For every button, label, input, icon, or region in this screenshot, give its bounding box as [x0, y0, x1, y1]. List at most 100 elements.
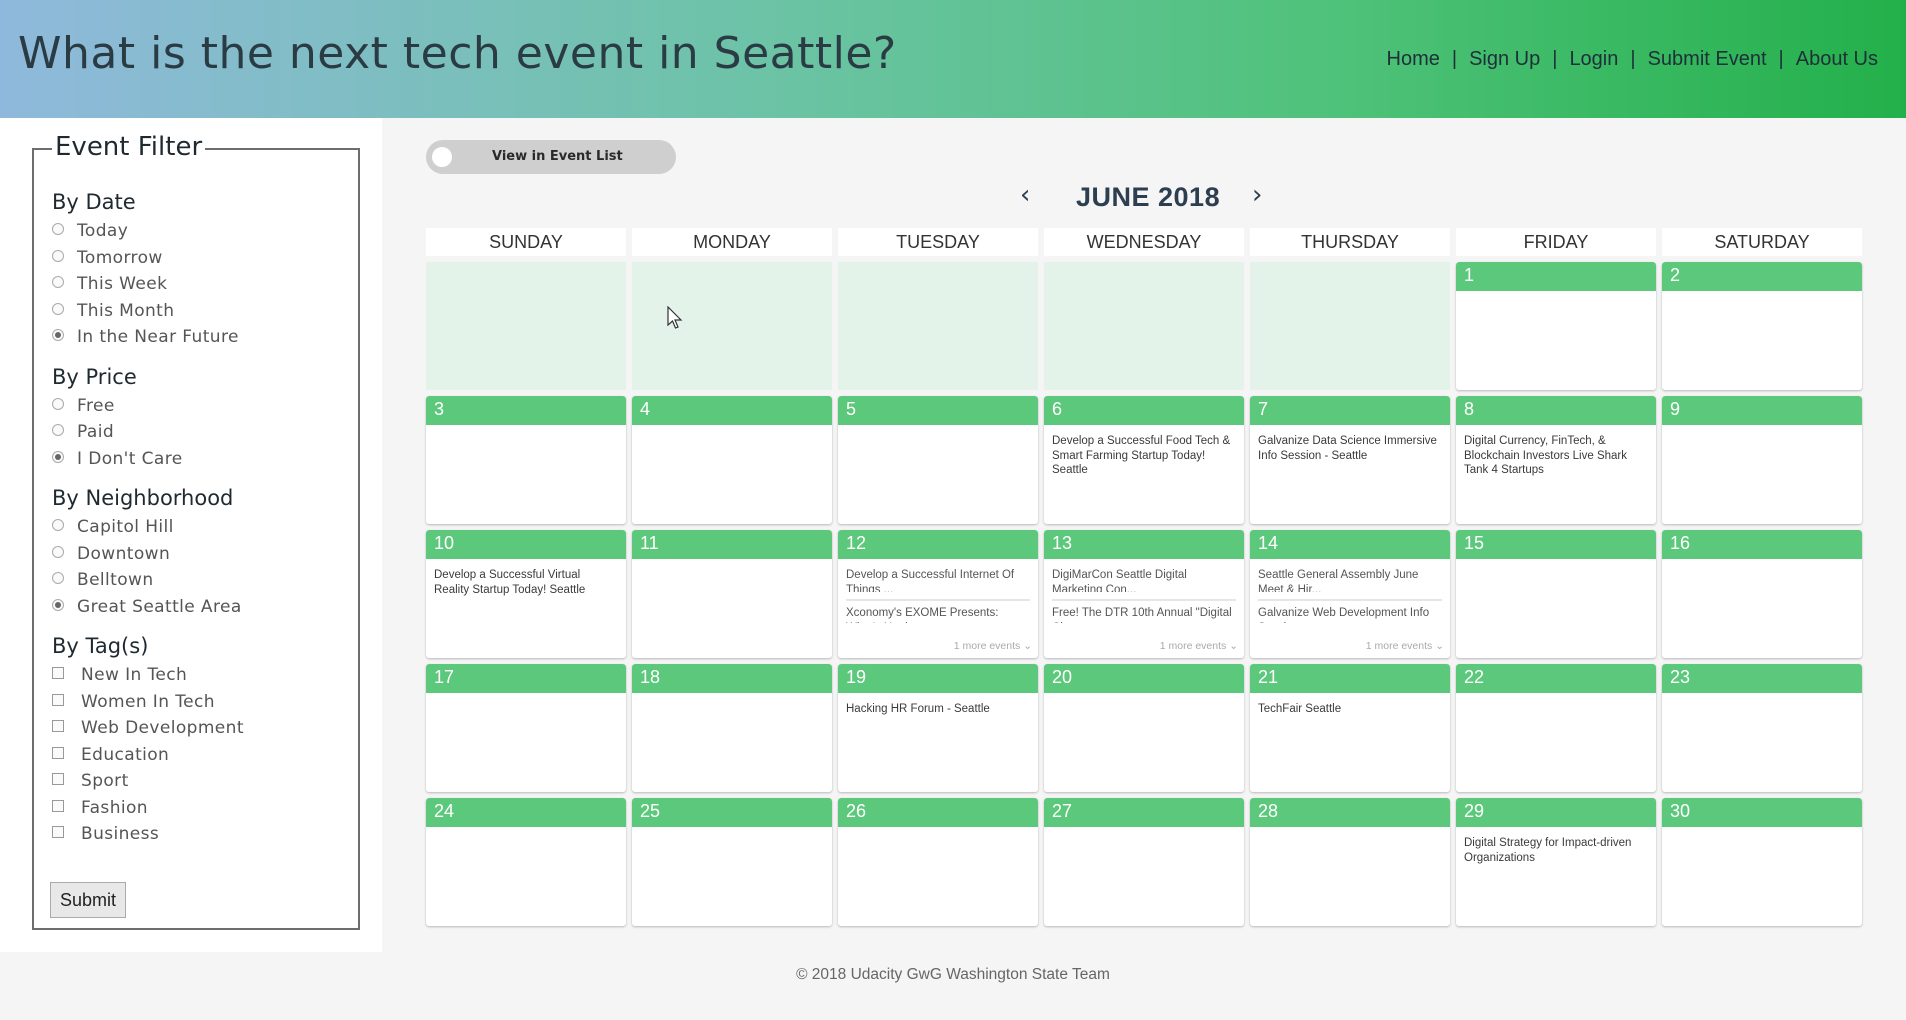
filter-option-today[interactable]: Today: [52, 218, 244, 245]
radio-button[interactable]: [52, 223, 64, 236]
radio-button[interactable]: [52, 572, 64, 585]
day-cell[interactable]: 30: [1662, 798, 1862, 926]
filter-option-new-in-tech[interactable]: New In Tech: [52, 662, 244, 689]
event-link[interactable]: Free! The DTR 10th Annual "Digital Chann…: [1052, 599, 1236, 623]
filter-option-in-the-near-future[interactable]: In the Near Future: [52, 324, 244, 351]
day-cell[interactable]: 3: [426, 396, 626, 524]
nav-link-login[interactable]: Login: [1569, 48, 1618, 71]
day-cell[interactable]: 16: [1662, 530, 1862, 658]
day-cell[interactable]: 19 Hacking HR Forum - Seattle: [838, 664, 1038, 792]
nav-link-sign-up[interactable]: Sign Up: [1469, 48, 1540, 71]
day-cell[interactable]: 20: [1044, 664, 1244, 792]
radio-button[interactable]: [52, 545, 64, 558]
day-cell[interactable]: 6 Develop a Successful Food Tech & Smart …: [1044, 396, 1244, 524]
day-cell[interactable]: 17: [426, 664, 626, 792]
filter-option-sport[interactable]: Sport: [52, 768, 244, 795]
event-link[interactable]: Galvanize Web Development Info Session -…: [1258, 599, 1442, 623]
event-link[interactable]: Develop a Successful Food Tech & Smart F…: [1052, 434, 1236, 478]
chevron-left-icon[interactable]: ‹: [1020, 180, 1030, 210]
checkbox[interactable]: [52, 746, 64, 759]
filter-option-tomorrow[interactable]: Tomorrow: [52, 245, 244, 272]
radio-button[interactable]: [52, 249, 64, 262]
more-events-link[interactable]: 1 more events ⌄: [1160, 640, 1238, 652]
checkbox[interactable]: [52, 720, 64, 733]
day-cell[interactable]: 25: [632, 798, 832, 926]
month-navigation: ‹ JUNE 2018 ›: [1020, 178, 1280, 218]
event-link[interactable]: Develop a Successful Virtual Reality Sta…: [434, 568, 618, 597]
day-cell[interactable]: 26: [838, 798, 1038, 926]
filter-option-free[interactable]: Free: [52, 393, 244, 420]
filter-option-great-seattle-area[interactable]: Great Seattle Area: [52, 594, 244, 621]
nav-link-submit-event[interactable]: Submit Event: [1648, 48, 1767, 71]
day-cell[interactable]: 9: [1662, 396, 1862, 524]
filter-option-this-month[interactable]: This Month: [52, 298, 244, 325]
filter-option-web-development[interactable]: Web Development: [52, 715, 244, 742]
event-link[interactable]: Digital Currency, FinTech, & Blockchain …: [1464, 434, 1648, 478]
day-cell[interactable]: 18: [632, 664, 832, 792]
event-link[interactable]: DigiMarCon Seattle Digital Marketing Con…: [1052, 568, 1236, 592]
filter-option-women-in-tech[interactable]: Women In Tech: [52, 689, 244, 716]
day-number: 29: [1456, 798, 1656, 827]
filter-option-paid[interactable]: Paid: [52, 419, 244, 446]
filter-option-education[interactable]: Education: [52, 742, 244, 769]
event-link[interactable]: Xconomy's EXOME Presents: What's Hot in …: [846, 599, 1030, 623]
day-cell[interactable]: 4: [632, 396, 832, 524]
day-cell[interactable]: 21 TechFair Seattle: [1250, 664, 1450, 792]
nav-link-home[interactable]: Home: [1387, 48, 1440, 71]
checkbox[interactable]: [52, 773, 64, 786]
day-cell[interactable]: 5: [838, 396, 1038, 524]
view-event-list-toggle[interactable]: View in Event List: [426, 140, 676, 174]
event-link[interactable]: Hacking HR Forum - Seattle: [846, 702, 1030, 717]
option-label: Education: [81, 744, 170, 765]
event-link[interactable]: Seattle General Assembly June Meet & Hir…: [1258, 568, 1442, 592]
day-cell[interactable]: 27: [1044, 798, 1244, 926]
day-cell[interactable]: 28: [1250, 798, 1450, 926]
filter-option-downtown[interactable]: Downtown: [52, 541, 244, 568]
chevron-right-icon[interactable]: ›: [1252, 180, 1262, 210]
submit-button[interactable]: Submit: [50, 882, 126, 918]
checkbox[interactable]: [52, 799, 64, 812]
day-cell[interactable]: 12 Develop a Successful Internet Of Thing…: [838, 530, 1038, 658]
more-events-link[interactable]: 1 more events ⌄: [954, 640, 1032, 652]
day-cell[interactable]: 11: [632, 530, 832, 658]
radio-button[interactable]: [52, 598, 64, 611]
filter-option-this-week[interactable]: This Week: [52, 271, 244, 298]
filter-option-capitol-hill[interactable]: Capitol Hill: [52, 514, 244, 541]
event-link[interactable]: Digital Strategy for Impact-driven Organ…: [1464, 836, 1648, 865]
radio-button[interactable]: [52, 424, 64, 437]
day-cell[interactable]: 2: [1662, 262, 1862, 390]
toggle-knob[interactable]: [432, 147, 452, 167]
checkbox[interactable]: [52, 693, 64, 706]
day-cell[interactable]: 22: [1456, 664, 1656, 792]
day-cell[interactable]: 24: [426, 798, 626, 926]
more-events-link[interactable]: 1 more events ⌄: [1366, 640, 1444, 652]
event-list: Digital Currency, FinTech, & Blockchain …: [1456, 425, 1656, 478]
checkbox[interactable]: [52, 667, 64, 680]
nav-link-about-us[interactable]: About Us: [1796, 48, 1878, 71]
filter-option-belltown[interactable]: Belltown: [52, 567, 244, 594]
event-link[interactable]: TechFair Seattle: [1258, 702, 1442, 717]
filter-option-business[interactable]: Business: [52, 821, 244, 848]
filter-option-fashion[interactable]: Fashion: [52, 795, 244, 822]
radio-button[interactable]: [52, 519, 64, 532]
checkbox[interactable]: [52, 826, 64, 839]
event-list: Galvanize Data Science Immersive Info Se…: [1250, 425, 1450, 463]
radio-button[interactable]: [52, 276, 64, 289]
event-link[interactable]: Galvanize Data Science Immersive Info Se…: [1258, 434, 1442, 463]
day-cell[interactable]: 13 DigiMarCon Seattle Digital Marketing C…: [1044, 530, 1244, 658]
day-cell[interactable]: 29 Digital Strategy for Impact-driven Org…: [1456, 798, 1656, 926]
radio-button[interactable]: [52, 302, 64, 315]
day-cell[interactable]: 23: [1662, 664, 1862, 792]
day-cell[interactable]: 14 Seattle General Assembly June Meet & H…: [1250, 530, 1450, 658]
day-cell[interactable]: 1: [1456, 262, 1656, 390]
day-number: 25: [632, 798, 832, 827]
day-cell[interactable]: 15: [1456, 530, 1656, 658]
filter-option-i-don-t-care[interactable]: I Don't Care: [52, 446, 244, 473]
day-cell[interactable]: 10 Develop a Successful Virtual Reality S…: [426, 530, 626, 658]
event-link[interactable]: Develop a Successful Internet Of Things …: [846, 568, 1030, 592]
radio-button[interactable]: [52, 329, 64, 342]
radio-button[interactable]: [52, 397, 64, 410]
radio-button[interactable]: [52, 450, 64, 463]
day-cell[interactable]: 7 Galvanize Data Science Immersive Info S…: [1250, 396, 1450, 524]
day-cell[interactable]: 8 Digital Currency, FinTech, & Blockchain…: [1456, 396, 1656, 524]
